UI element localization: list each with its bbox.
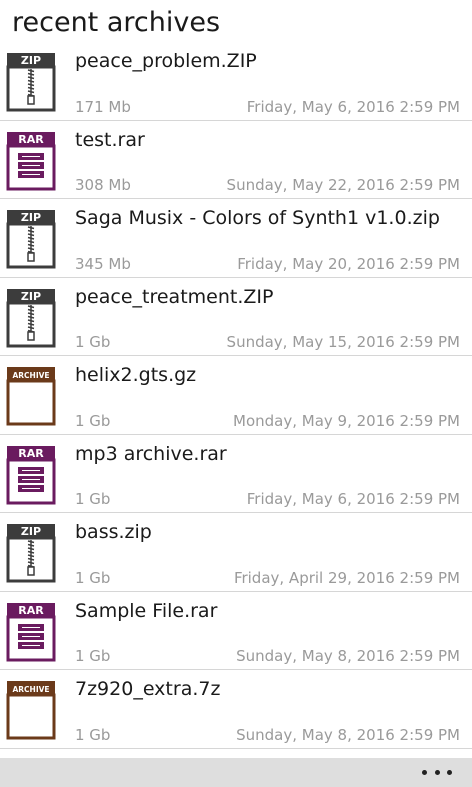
dot <box>434 769 440 775</box>
file-name: helix2.gts.gz <box>75 364 197 386</box>
dot <box>447 769 452 775</box>
list-item[interactable]: ARCHIVE 7z920_extra.7z 1 Gb Sunday, May 8, … <box>0 670 472 749</box>
file-name: Saga Musix - Colors of Synth1 v1.0.zip <box>75 207 440 229</box>
list-item[interactable]: RAR mp3 archive.rar 1 Gb Friday, May 6, 201… <box>0 435 472 513</box>
rar-file-icon: RAR <box>6 602 56 662</box>
list-item[interactable]: RAR Sample File.rar 1 Gb Sunday, May 8, 201… <box>0 592 472 670</box>
badge-label: RAR <box>18 604 44 617</box>
zip-file-icon: ZIP <box>6 288 56 348</box>
file-date: Friday, May 6, 2016 2:59 PM <box>246 490 460 508</box>
file-size: 1 Gb <box>75 725 111 744</box>
badge-label: ZIP <box>21 290 41 303</box>
file-date: Sunday, May 8, 2016 2:59 PM <box>236 725 460 744</box>
badge-label: ZIP <box>21 211 41 224</box>
file-date: Friday, May 6, 2016 2:59 PM <box>246 97 460 116</box>
list-item[interactable]: ARCHIVE helix2.gts.gz 1 Gb Monday, May 9, 2… <box>0 356 472 435</box>
file-date: Friday, April 29, 2016 2:59 PM <box>233 568 460 587</box>
badge-label: ARCHIVE <box>12 685 49 694</box>
file-date: Sunday, May 8, 2016 2:59 PM <box>236 647 460 665</box>
file-name: test.rar <box>75 128 145 151</box>
archive-file-icon: ARCHIVE <box>6 680 56 740</box>
badge-label: ZIP <box>21 54 41 67</box>
list-item[interactable]: RAR test.rar 308 Mb Sunday, May 22, 2016 2:… <box>0 121 472 199</box>
list-item[interactable]: ZIP Saga Musix - Colors of Synth1 v1.0.zi… <box>0 199 472 278</box>
zip-file-icon: ZIP <box>6 52 56 112</box>
file-name: peace_treatment.ZIP <box>75 285 274 308</box>
archive-file-icon: ARCHIVE <box>6 366 56 426</box>
zip-file-icon: ZIP <box>6 209 56 269</box>
recent-archives-list: ZIP peace_problem.ZIP 171 Mb Friday, May 6,… <box>0 42 472 749</box>
zip-file-icon: ZIP <box>6 523 56 583</box>
file-size: 1 Gb <box>75 411 111 430</box>
file-size: 171 Mb <box>75 97 131 116</box>
file-size: 345 Mb <box>75 254 131 273</box>
file-date: Monday, May 9, 2016 2:59 PM <box>233 411 460 430</box>
rar-file-icon: RAR <box>6 445 56 505</box>
dot <box>422 769 427 775</box>
file-size: 1 Gb <box>75 490 111 508</box>
file-size: 308 Mb <box>75 176 131 194</box>
file-date: Sunday, May 15, 2016 2:59 PM <box>226 333 460 351</box>
file-name: mp3 archive.rar <box>75 442 227 465</box>
list-item[interactable]: ZIP bass.zip 1 Gb Friday, April 29, 2016 2:… <box>0 513 472 592</box>
list-item[interactable]: ZIP peace_treatment.ZIP 1 Gb Sunday, May 15… <box>0 278 472 356</box>
badge-label: RAR <box>18 133 44 146</box>
badge-label: ARCHIVE <box>12 371 49 380</box>
file-name: peace_problem.ZIP <box>75 50 257 72</box>
file-size: 1 Gb <box>75 568 111 587</box>
file-name: bass.zip <box>75 521 152 543</box>
rar-file-icon: RAR <box>6 131 56 191</box>
list-item[interactable]: ZIP peace_problem.ZIP 171 Mb Friday, May 6,… <box>0 42 472 121</box>
app-bar <box>0 758 472 787</box>
badge-label: ZIP <box>21 525 41 538</box>
file-date: Friday, May 20, 2016 2:59 PM <box>237 254 460 273</box>
file-size: 1 Gb <box>75 647 111 665</box>
ellipsis-icon[interactable] <box>422 759 452 785</box>
file-date: Sunday, May 22, 2016 2:59 PM <box>226 176 460 194</box>
page-title: recent archives <box>12 7 221 38</box>
file-name: Sample File.rar <box>75 599 218 622</box>
file-name: 7z920_extra.7z <box>75 678 221 700</box>
app-page: recent archives ZIP peace_problem.ZIP 171 … <box>0 0 472 787</box>
file-size: 1 Gb <box>75 333 111 351</box>
badge-label: RAR <box>18 447 44 460</box>
